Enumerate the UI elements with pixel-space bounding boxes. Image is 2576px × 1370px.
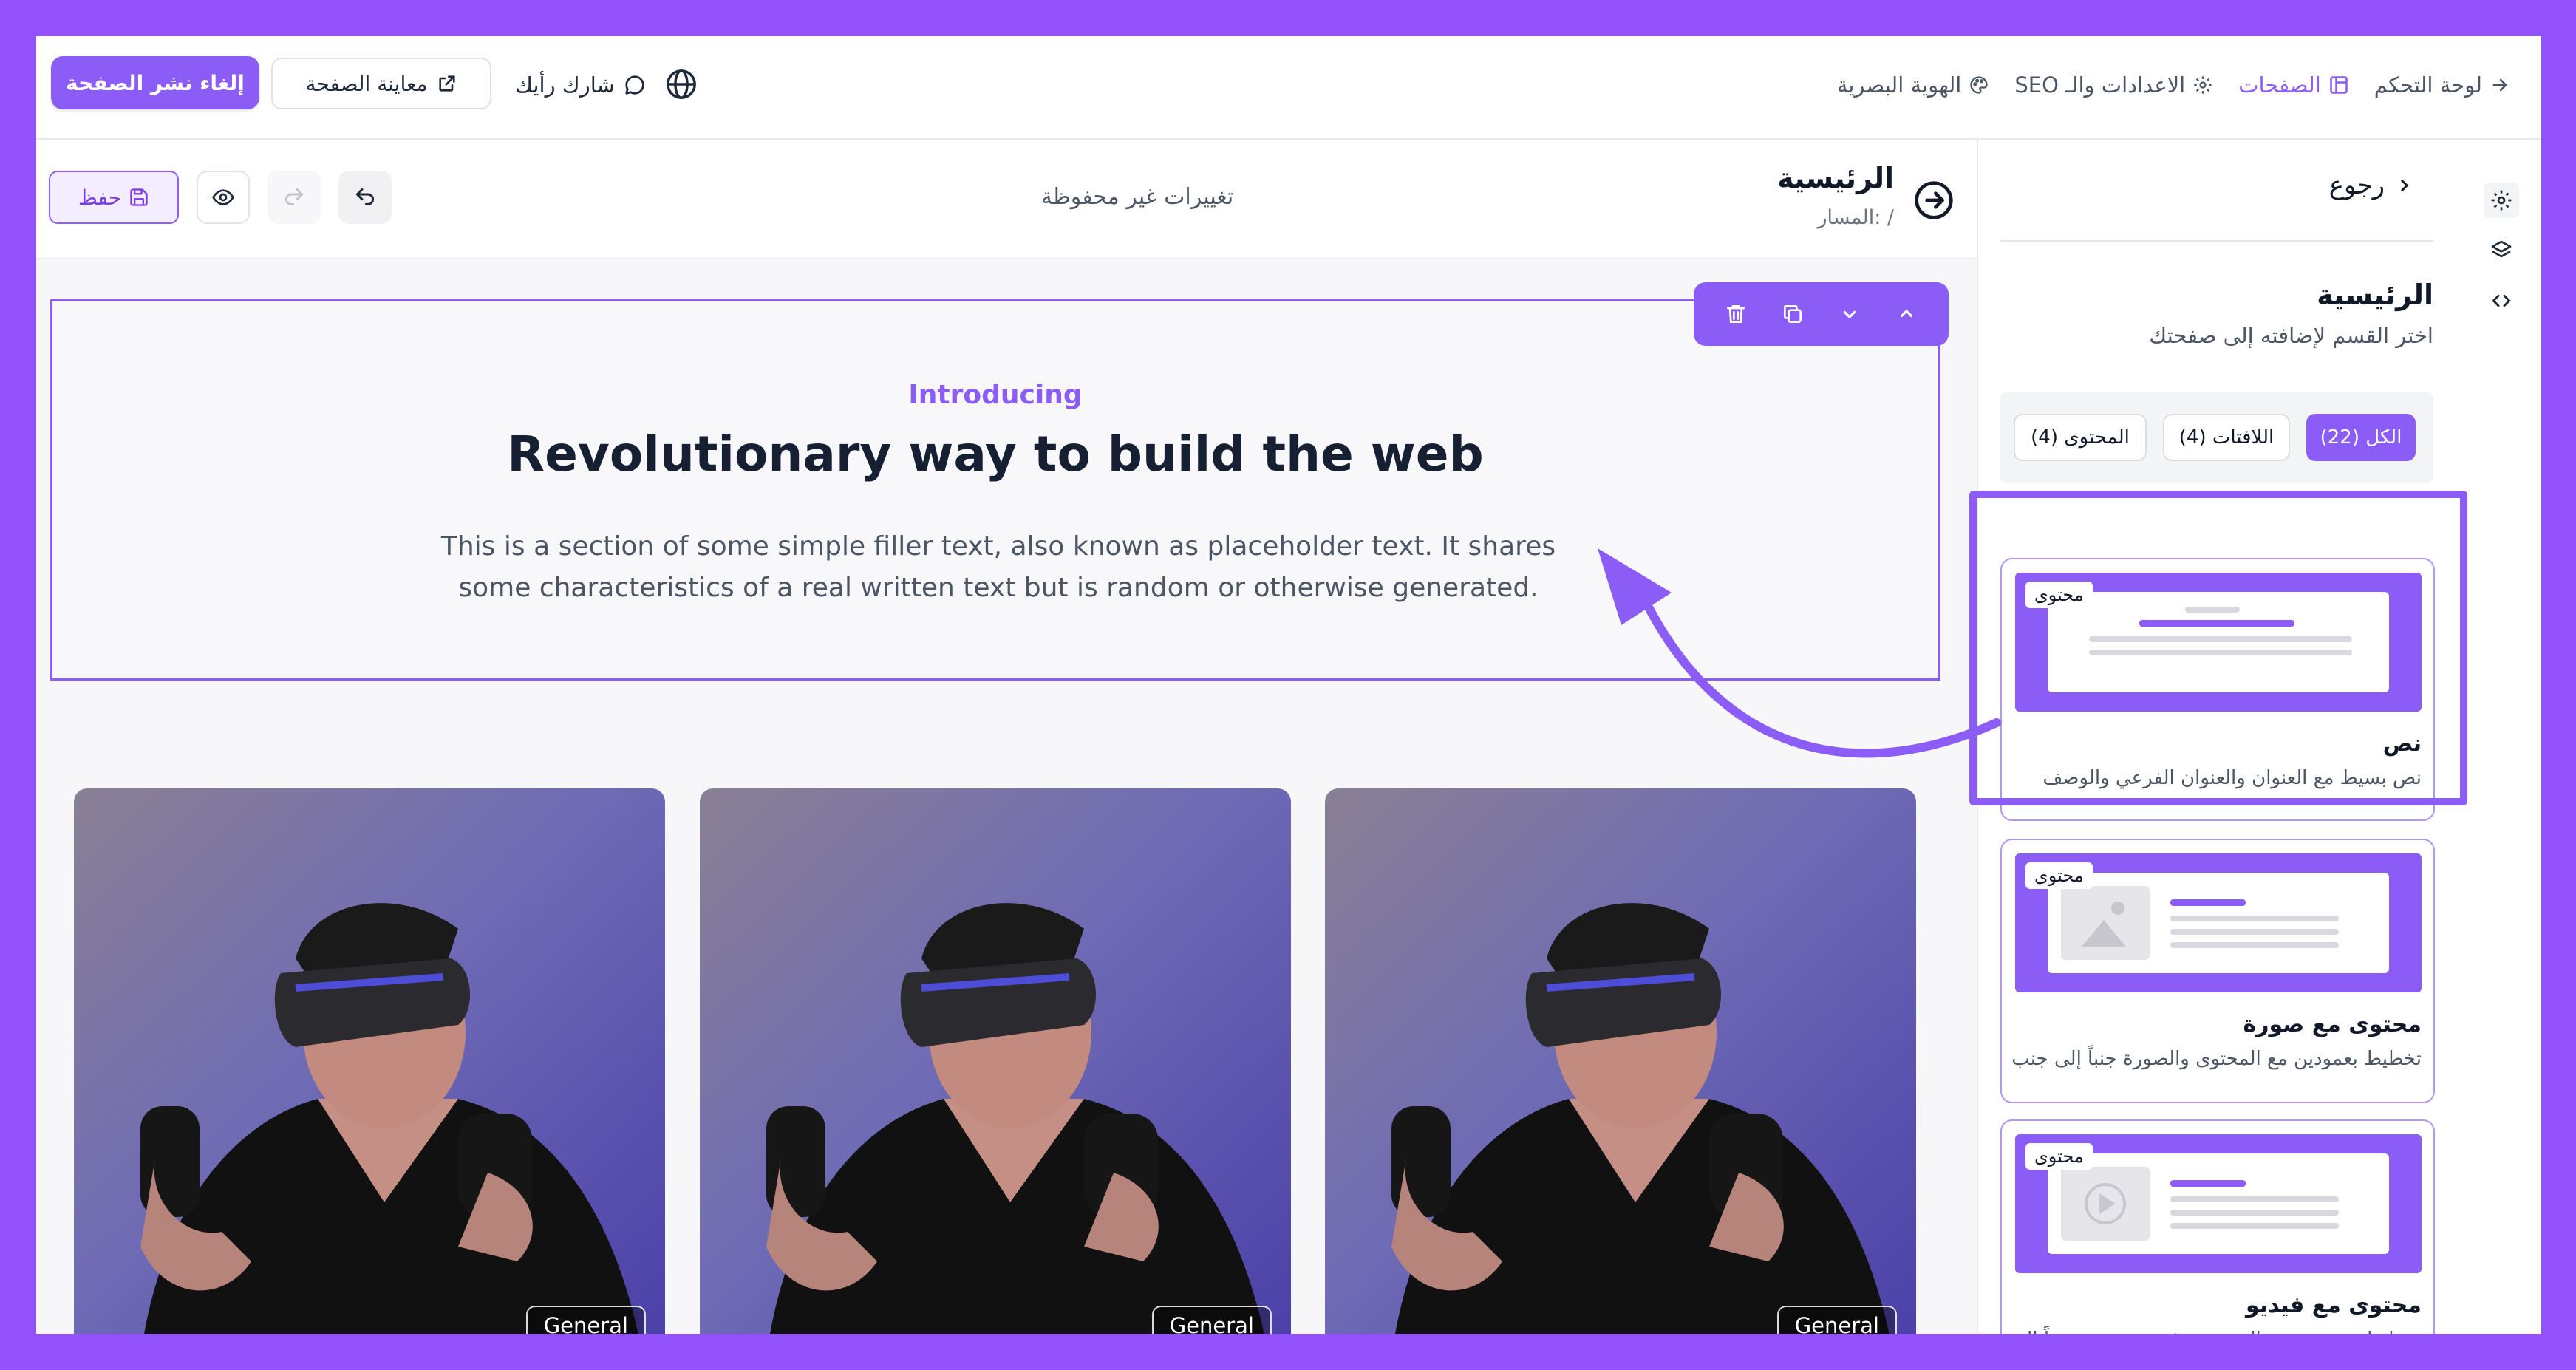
redo-button[interactable]	[268, 171, 321, 224]
feedback-button[interactable]: شارك رأيك	[515, 63, 646, 107]
feedback-label: شارك رأيك	[515, 72, 615, 98]
duplicate-icon[interactable]	[1781, 302, 1805, 326]
hero-description: This is a section of some simple filler …	[440, 531, 1556, 603]
rail-settings-button[interactable]	[2484, 183, 2519, 218]
section-tag: محتوى	[2025, 1143, 2093, 1170]
highlight-box	[1969, 491, 2467, 805]
palette-icon	[1970, 76, 1989, 94]
redo-icon	[284, 188, 304, 205]
nav-label-pages: الصفحات	[2238, 72, 2321, 98]
content-video-preview-icon	[2061, 1167, 2339, 1241]
rail-code-button[interactable]	[2484, 283, 2519, 318]
gear-icon	[2194, 76, 2212, 94]
chevron-up-icon[interactable]	[1895, 302, 1918, 326]
editor-toolbar: حفظ تغييرات غير محفوظة الرئيسية المسار: …	[36, 140, 1977, 259]
gallery-card[interactable]: General	[700, 788, 1291, 1334]
page-title: الرئيسية	[1777, 162, 1894, 194]
arrow-right-icon	[2492, 78, 2507, 92]
nav-item-settings-seo[interactable]: الاعدادات والـ SEO	[2014, 72, 2213, 98]
section-tag: محتوى	[2025, 862, 2093, 889]
gallery-card[interactable]: General	[74, 788, 665, 1334]
undo-icon	[355, 188, 375, 205]
nav-item-branding[interactable]: الهوية البصرية	[1837, 72, 1990, 98]
gear-icon	[2491, 190, 2512, 211]
section-name: محتوى مع فيديو	[2246, 1292, 2422, 1318]
section-name: محتوى مع صورة	[2243, 1012, 2422, 1037]
category-badge: General	[525, 1306, 646, 1334]
section-description: تخطيط بعمودين مع المحتوى وفيديو يوتيوب ج…	[2008, 1328, 2422, 1334]
section-card-content-video[interactable]: محتوى محتوى مع فيديو تخطيط بعمودين مع ال…	[2000, 1119, 2435, 1334]
vr-person-photo	[700, 788, 1291, 1334]
rail-layers-button[interactable]	[2484, 233, 2519, 268]
nav-label-settings-seo: الاعدادات والـ SEO	[2014, 72, 2186, 98]
gallery-card[interactable]: General	[1325, 788, 1916, 1334]
trash-icon[interactable]	[1724, 302, 1748, 326]
external-link-icon	[438, 75, 455, 92]
code-icon	[2492, 294, 2511, 307]
chevron-right-icon	[2401, 180, 2409, 191]
section-toolbar	[1694, 282, 1949, 346]
content-image-preview-icon	[2061, 886, 2339, 960]
sidebar-title: الرئيسية	[2317, 279, 2433, 311]
unpublish-button[interactable]: إلغاء نشر الصفحة	[51, 56, 259, 109]
section-preview-thumbnail: محتوى	[2015, 853, 2422, 992]
editor-canvas: حفظ تغييرات غير محفوظة الرئيسية المسار: …	[36, 140, 1977, 1334]
section-card-content-image[interactable]: محتوى محتوى مع صورة تخطيط بعمودين مع الم…	[2000, 839, 2435, 1103]
selected-hero-section[interactable]: Introducing Revolutionary way to build t…	[50, 299, 1940, 681]
preview-page-label: معاينة الصفحة	[305, 71, 428, 96]
category-badge: General	[1151, 1306, 1272, 1334]
save-button[interactable]: حفظ	[49, 171, 179, 224]
hero-kicker: Introducing	[908, 380, 1083, 410]
filter-all[interactable]: الكل (22)	[2306, 414, 2416, 461]
page-path: المسار: /	[1817, 206, 1894, 229]
filter-tabs: الكل (22) اللافتات (4) المحتوى (4)	[2000, 392, 2433, 483]
hero-headline: Revolutionary way to build the web	[507, 426, 1484, 483]
language-globe-button[interactable]	[661, 64, 701, 104]
nav-label-dashboard: لوحة التحكم	[2374, 72, 2482, 98]
unsaved-changes-status: تغييرات غير محفوظة	[1040, 184, 1234, 210]
nav-item-pages[interactable]: الصفحات	[2238, 72, 2349, 98]
main-nav: لوحة التحكم الصفحات الاعدادات والـ SEO ا…	[1837, 64, 2510, 106]
vr-person-photo	[1325, 788, 1916, 1334]
nav-item-dashboard[interactable]: لوحة التحكم	[2374, 72, 2510, 98]
category-badge: General	[1776, 1306, 1897, 1334]
circle-arrow-right-icon[interactable]	[1913, 180, 1955, 221]
preview-eye-button[interactable]	[197, 171, 250, 224]
globe-icon	[667, 69, 696, 99]
floppy-disk-icon	[130, 188, 148, 206]
back-button[interactable]: رجوع	[2329, 171, 2414, 200]
sidebar-subtitle: اختر القسم لإضافته إلى صفحتك	[2149, 323, 2433, 348]
filter-banners[interactable]: اللافتات (4)	[2163, 414, 2290, 461]
eye-icon	[212, 189, 234, 205]
chevron-down-icon[interactable]	[1838, 302, 1861, 326]
filter-content[interactable]: المحتوى (4)	[2014, 414, 2147, 461]
layout-icon	[2330, 76, 2348, 94]
layers-icon	[2491, 240, 2512, 258]
section-preview-thumbnail: محتوى	[2015, 1134, 2422, 1273]
preview-inner-panel	[2048, 873, 2389, 973]
preview-page-button[interactable]: معاينة الصفحة	[271, 58, 491, 109]
gallery-section: General General General	[74, 788, 1940, 1334]
preview-inner-panel	[2048, 1153, 2389, 1254]
divider	[2000, 240, 2433, 242]
undo-button[interactable]	[338, 171, 392, 224]
chat-bubble-icon	[625, 75, 644, 95]
vr-person-photo	[74, 788, 665, 1334]
save-label: حفظ	[78, 185, 122, 210]
icon-rail	[2464, 140, 2541, 1334]
nav-label-branding: الهوية البصرية	[1836, 72, 1962, 98]
back-label: رجوع	[2328, 171, 2385, 200]
section-description: تخطيط بعمودين مع المحتوى والصورة جنباً إ…	[2011, 1048, 2422, 1070]
top-bar: إلغاء نشر الصفحة معاينة الصفحة شارك رأيك…	[36, 36, 2541, 140]
